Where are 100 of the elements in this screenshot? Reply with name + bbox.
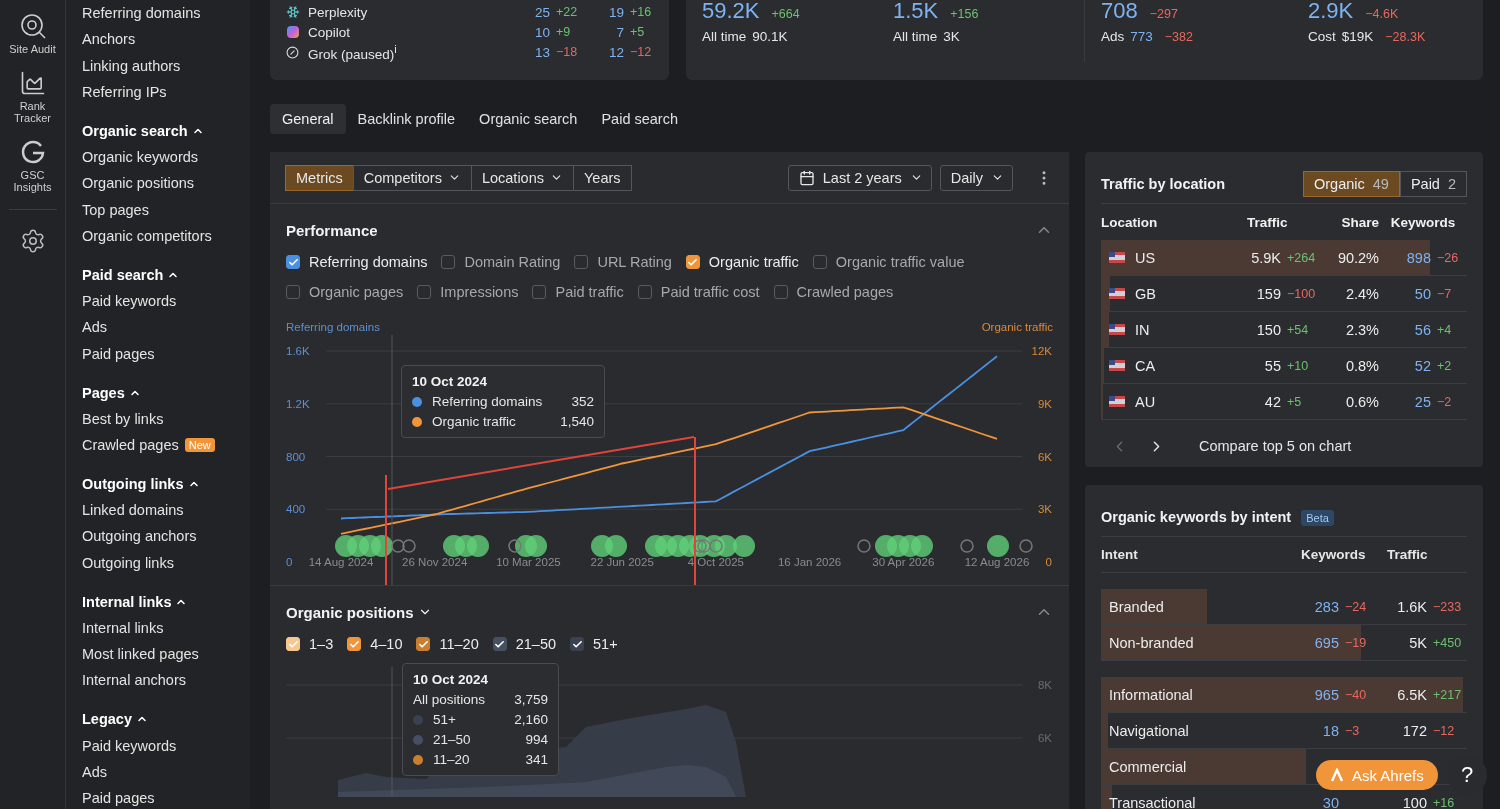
sidebar-section-title[interactable]: Legacy: [82, 706, 250, 733]
beta-badge: Beta: [1301, 509, 1334, 526]
sidebar-item[interactable]: Paid keywords: [82, 732, 250, 759]
stat-sub-value: 3K: [943, 29, 960, 44]
rail-nav-item[interactable]: GSC Insights: [4, 138, 61, 193]
sidebar-item[interactable]: Outgoing links: [82, 549, 250, 576]
keywords-change: −24: [1344, 599, 1368, 614]
checkbox-label[interactable]: Impressions: [440, 284, 519, 300]
sidebar-item[interactable]: Internal links: [82, 614, 250, 642]
new-badge: New: [184, 438, 215, 453]
axis-title: Organic traffic: [981, 321, 1053, 333]
axis-tick-label: 6K: [1037, 450, 1052, 463]
checkbox-label[interactable]: URL Rating: [597, 254, 672, 270]
checkbox[interactable]: [570, 637, 585, 651]
rail-nav-item[interactable]: Rank Tracker: [4, 69, 61, 124]
sidebar-item[interactable]: Crawled pages New: [82, 431, 250, 459]
tooltip-label: Organic traffic: [432, 414, 517, 429]
checkbox-label[interactable]: 51+: [593, 636, 618, 652]
checkbox[interactable]: [286, 255, 300, 269]
keywords-value: 30: [1321, 794, 1339, 809]
checkbox-label[interactable]: Crawled pages: [796, 284, 894, 300]
toggle-tab[interactable]: Organic 49: [1302, 170, 1400, 197]
card-title: Organic keywords by intent Beta: [1101, 508, 1334, 525]
checkbox[interactable]: [416, 637, 431, 651]
segment-tab[interactable]: Metrics: [285, 164, 354, 191]
sidebar-section-title[interactable]: Pages: [82, 379, 250, 406]
stat-change: +664: [770, 7, 800, 21]
sidebar-section-title[interactable]: Internal links: [82, 588, 250, 615]
tab[interactable]: Paid search: [589, 104, 690, 134]
axis-tick-label: 9K: [1037, 397, 1052, 410]
checkbox[interactable]: [441, 255, 456, 269]
sidebar-section-title[interactable]: Outgoing links: [82, 470, 250, 498]
checkbox-label[interactable]: Paid traffic cost: [660, 284, 760, 300]
checkbox[interactable]: [492, 637, 507, 651]
checkbox[interactable]: [286, 285, 300, 299]
sidebar-item[interactable]: Organic competitors: [82, 222, 250, 250]
sidebar-item[interactable]: Organic positions: [82, 170, 250, 197]
stat-link[interactable]: 773: [1130, 29, 1153, 44]
compare-link[interactable]: Compare top 5 on chart: [1199, 438, 1352, 454]
sidebar-item[interactable]: Linked domains: [82, 497, 250, 524]
stat-label: Cost: [1308, 29, 1336, 44]
checkbox[interactable]: [347, 637, 362, 651]
checkbox-label[interactable]: 4–10: [370, 636, 403, 652]
sidebar-item[interactable]: Referring domains: [82, 0, 250, 27]
sidebar-item[interactable]: Ads: [82, 314, 250, 341]
axis-tick-label: 1.2K: [286, 397, 310, 410]
tab[interactable]: General: [270, 104, 346, 134]
checkbox-label[interactable]: Paid traffic: [555, 284, 624, 300]
sidebar-item[interactable]: Best by links: [82, 405, 250, 432]
segment-tab[interactable]: Locations: [470, 164, 574, 191]
checkbox-label[interactable]: 1–3: [309, 636, 334, 652]
sidebar-item[interactable]: Organic keywords: [82, 144, 250, 171]
toggle-tab[interactable]: Paid 2: [1399, 170, 1467, 197]
checkbox[interactable]: [417, 285, 432, 299]
rail-nav-item[interactable]: Site Audit: [4, 12, 61, 55]
checkbox-label[interactable]: Referring domains: [309, 254, 428, 270]
segment-tab[interactable]: Competitors: [352, 164, 472, 191]
sidebar-item[interactable]: Referring IPs: [82, 78, 250, 106]
sidebar-item[interactable]: Ads: [82, 758, 250, 785]
sidebar-item[interactable]: Outgoing anchors: [82, 523, 250, 550]
segment-tab[interactable]: Years: [573, 164, 632, 191]
checkbox[interactable]: [812, 255, 827, 269]
sidebar-item[interactable]: Top pages: [82, 196, 250, 223]
axis-date-label: 16 Jan 2026: [777, 556, 842, 568]
sidebar-item[interactable]: Paid pages: [82, 785, 250, 809]
settings-icon[interactable]: [19, 228, 46, 254]
interval-dropdown[interactable]: Daily: [939, 164, 1013, 191]
checkbox-label[interactable]: 21–50: [515, 636, 557, 652]
checkbox-label[interactable]: Domain Rating: [464, 254, 561, 270]
share-value: 90.2%: [1336, 249, 1379, 266]
checkbox[interactable]: [532, 285, 547, 299]
checkbox-label[interactable]: Organic traffic: [708, 254, 799, 270]
sidebar-item[interactable]: Paid pages: [82, 340, 250, 367]
keywords-value: 695: [1313, 634, 1339, 651]
slashed-circle-icon: [286, 45, 299, 59]
share-value: 2.4%: [1344, 285, 1379, 302]
sidebar-item[interactable]: Linking authors: [82, 52, 250, 79]
sidebar-section-title[interactable]: Organic search: [82, 117, 250, 144]
tab[interactable]: Backlink profile: [345, 104, 468, 134]
section-title-dropdown[interactable]: Organic positions: [286, 603, 432, 621]
sidebar-item[interactable]: Anchors: [82, 26, 250, 53]
sidebar-item[interactable]: Most linked pages: [82, 641, 250, 668]
checkbox[interactable]: [574, 255, 589, 269]
sidebar-item[interactable]: Internal anchors: [82, 667, 250, 694]
checkbox-label[interactable]: Organic traffic value: [835, 254, 965, 270]
checkbox[interactable]: [685, 255, 700, 269]
mentions-change: +5: [629, 25, 646, 39]
share-value: 0.8%: [1344, 357, 1379, 374]
sidebar-section-title[interactable]: Paid search: [82, 261, 250, 288]
axis-date-label: 26 Nov 2024: [402, 556, 468, 568]
checkbox[interactable]: [773, 285, 788, 299]
date-range-dropdown[interactable]: Last 2 years: [787, 164, 932, 191]
ai-platform-name: Copilot: [308, 24, 352, 40]
checkbox-label[interactable]: Organic pages: [309, 284, 404, 300]
axis-date-label: 14 Aug 2024: [308, 556, 374, 568]
tab[interactable]: Organic search: [467, 104, 590, 134]
checkbox[interactable]: [637, 285, 652, 299]
checkbox-label[interactable]: 11–20: [439, 636, 479, 652]
sidebar-item[interactable]: Paid keywords: [82, 287, 250, 315]
stat-change: −28.3K: [1384, 30, 1426, 44]
